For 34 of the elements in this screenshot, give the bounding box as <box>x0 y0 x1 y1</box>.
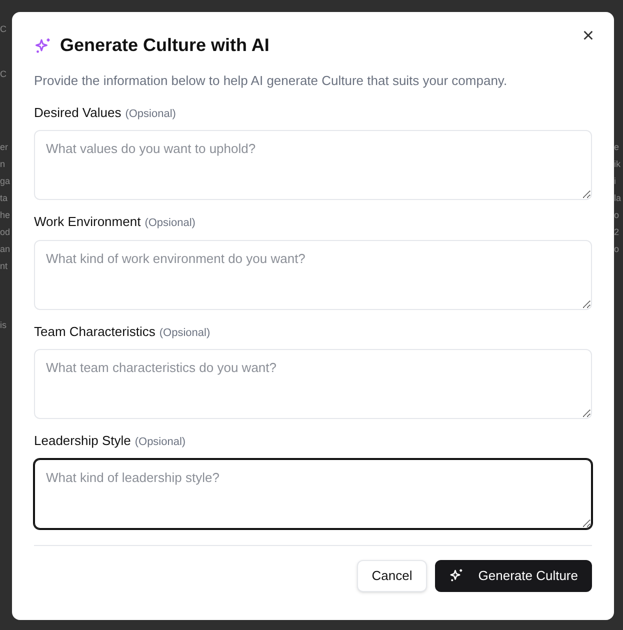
dialog-description: Provide the information below to help AI generate Culture that suits your company. <box>34 72 508 90</box>
background-text: is <box>0 319 6 332</box>
background-text: i <box>614 175 616 188</box>
optional-hint: (Opsional) <box>134 435 186 450</box>
field-label: Work Environment <box>34 213 141 231</box>
sparkle-icon <box>34 36 52 54</box>
field-label: Team Characteristics <box>34 322 156 340</box>
background-text: o <box>614 209 620 222</box>
background-text: er <box>0 141 8 154</box>
background-text: ga <box>0 175 10 188</box>
generate-button[interactable]: Generate Culture <box>435 560 592 592</box>
cancel-button[interactable]: Cancel <box>356 560 428 592</box>
optional-hint: (Opsional) <box>144 216 196 231</box>
background-text: ta <box>0 192 8 205</box>
text-area[interactable]: What kind of leadership style? <box>34 458 592 528</box>
background-text: 2 <box>614 226 620 239</box>
optional-hint: (Opsional) <box>159 326 210 340</box>
background-text: ik <box>614 158 620 171</box>
background-text: od <box>0 226 10 239</box>
background-text: C <box>0 23 6 36</box>
background-text: e <box>614 141 620 154</box>
background-text: nt <box>0 260 8 273</box>
background-text: he <box>0 209 10 222</box>
optional-hint: (Opsional) <box>125 106 176 122</box>
background-text: o <box>614 243 620 256</box>
background-text: n <box>0 158 6 171</box>
field-label: Desired Values <box>34 104 122 122</box>
sparkle-icon <box>449 568 464 583</box>
background-text: an <box>0 243 10 256</box>
dialog-title: Generate Culture with AI <box>60 34 270 57</box>
field-label: Leadership Style <box>34 432 131 450</box>
close-button[interactable]: × <box>578 24 598 48</box>
background-text: la <box>614 192 622 205</box>
background-text: C <box>0 68 6 81</box>
